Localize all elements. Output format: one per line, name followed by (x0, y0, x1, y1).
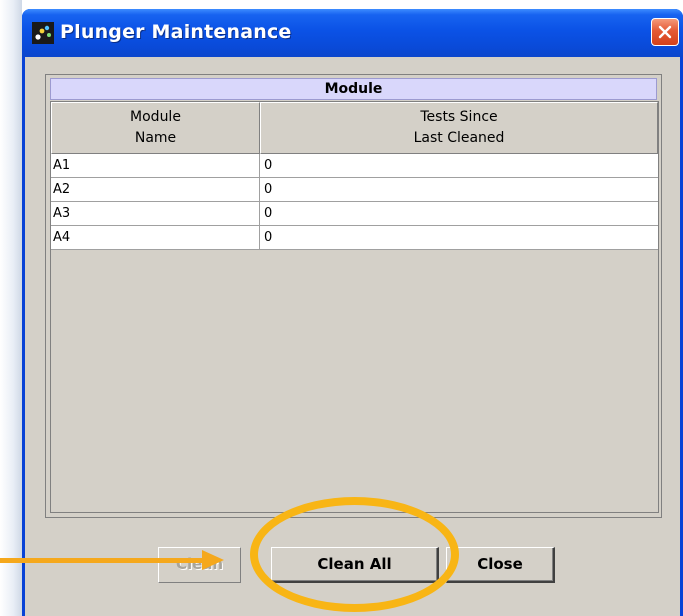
close-icon (658, 25, 672, 39)
window-close-button[interactable] (651, 18, 679, 46)
close-button[interactable]: Close (446, 547, 555, 583)
title-bar[interactable]: Plunger Maintenance (22, 9, 683, 57)
window-title: Plunger Maintenance (60, 21, 292, 43)
background-window-edge (0, 0, 22, 616)
clean-button[interactable]: Clean (158, 547, 241, 583)
app-dots-icon (32, 22, 54, 44)
annotation-arrow-shaft (0, 558, 206, 563)
annotation-highlight-ring (250, 497, 459, 612)
screenshot: Plunger Maintenance Module Module Name T… (0, 0, 683, 616)
annotation-arrow-head (202, 550, 224, 570)
